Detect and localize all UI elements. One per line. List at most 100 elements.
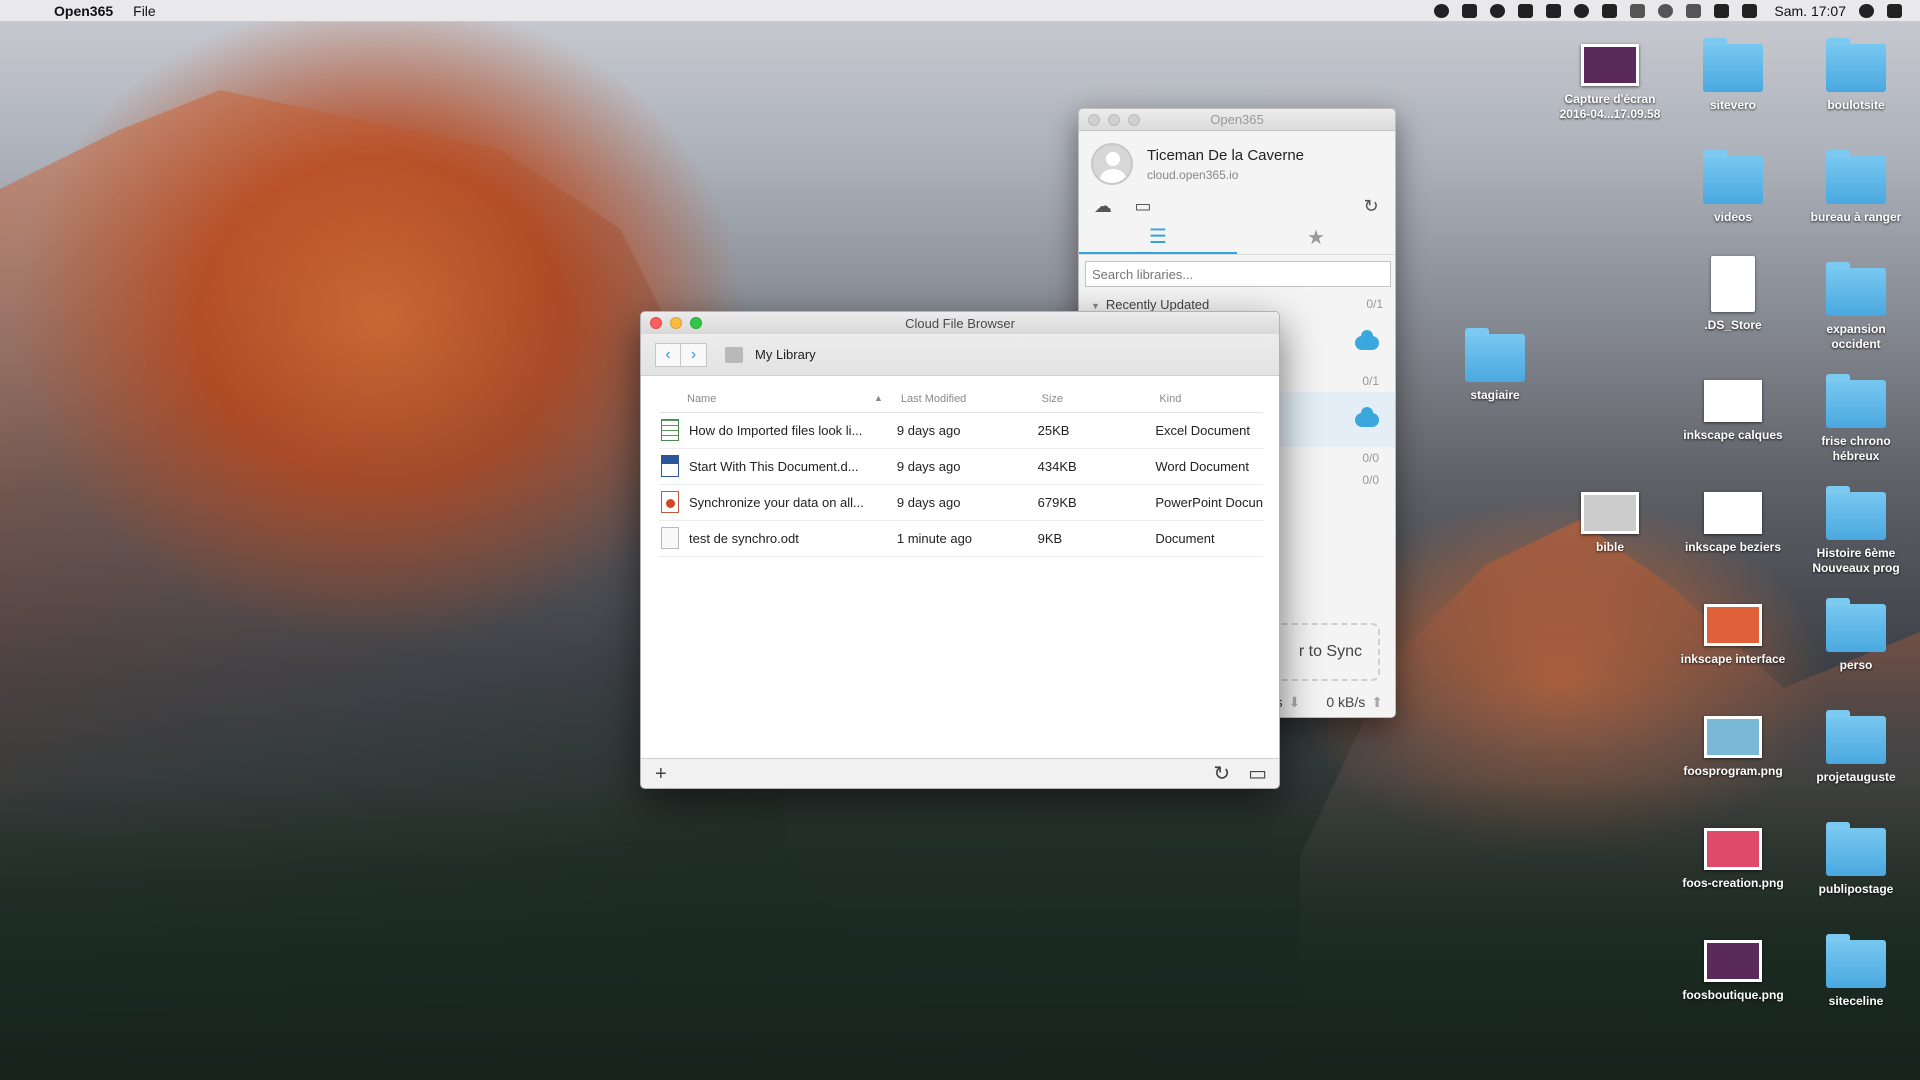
- search-icon[interactable]: [1859, 3, 1874, 18]
- volume-icon[interactable]: [1742, 3, 1758, 18]
- desktop-item-label: inkscape interface: [1680, 652, 1786, 666]
- airplay-icon[interactable]: [1602, 3, 1618, 18]
- minimize-button[interactable]: [1108, 113, 1120, 126]
- tab-libraries[interactable]: ☰: [1079, 221, 1237, 254]
- desktop-item[interactable]: videos: [1678, 150, 1788, 225]
- apple-menu-icon[interactable]: [20, 3, 36, 19]
- file-row[interactable]: test de synchro.odt 1 minute ago 9KB Docume…: [659, 520, 1263, 557]
- file-size-cell: 434KB: [1027, 448, 1148, 485]
- time-machine-icon[interactable]: [1658, 3, 1674, 18]
- list-icon[interactable]: [1887, 3, 1902, 18]
- wifi-icon[interactable]: [1714, 3, 1730, 18]
- file-name: How do Imported files look li...: [689, 422, 863, 438]
- cloud-icon[interactable]: [1490, 3, 1506, 18]
- desktop-item[interactable]: bible: [1555, 492, 1665, 555]
- desktop-item[interactable]: projetauguste: [1801, 710, 1911, 785]
- tab-starred[interactable]: ★: [1237, 221, 1395, 254]
- desktop-item[interactable]: perso: [1801, 598, 1911, 673]
- column-header-size[interactable]: Size: [1027, 376, 1148, 413]
- file-row[interactable]: Synchronize your data on all... 9 days ag…: [659, 484, 1263, 521]
- triangle-down-icon: ▼: [1091, 300, 1100, 311]
- desktop-item[interactable]: inkscape interface: [1678, 604, 1788, 667]
- file-name: Start With This Document.d...: [689, 458, 859, 474]
- file-menu[interactable]: File: [133, 3, 156, 19]
- folder-open-icon[interactable]: ▭: [1131, 196, 1155, 216]
- column-header-kind[interactable]: Kind: [1147, 376, 1263, 413]
- desktop-item[interactable]: bureau à ranger: [1801, 150, 1911, 225]
- desktop-item[interactable]: Capture d'écran 2016-04...17.09.58: [1555, 44, 1665, 122]
- cfb-titlebar[interactable]: Cloud File Browser: [641, 312, 1279, 334]
- file-modified-cell: 9 days ago: [890, 484, 1028, 521]
- breadcrumb[interactable]: My Library: [755, 347, 816, 362]
- desktop-item-label: .DS_Store: [1704, 318, 1762, 332]
- desktop-item[interactable]: foosprogram.png: [1678, 716, 1788, 779]
- refresh-icon[interactable]: ↻: [1359, 196, 1383, 216]
- desktop-item[interactable]: inkscape calques: [1678, 380, 1788, 443]
- open365-icon[interactable]: [1434, 3, 1450, 18]
- desktop-item[interactable]: boulotsite: [1801, 38, 1911, 113]
- screenshot-icon[interactable]: [1462, 3, 1478, 18]
- file-kind-cell: PowerPoint Docun: [1147, 484, 1263, 521]
- dropbox-icon[interactable]: [1546, 3, 1562, 18]
- folder-icon: [1826, 262, 1886, 316]
- upload-rate: 0 kB/s: [1326, 694, 1366, 710]
- file-name-cell: Synchronize your data on all...: [659, 484, 891, 521]
- add-icon[interactable]: +: [655, 764, 667, 784]
- desktop-item[interactable]: Histoire 6ème Nouveaux prog: [1801, 486, 1911, 576]
- desktop-item[interactable]: frise chrono hébreux: [1801, 374, 1911, 464]
- desktop-item-label: videos: [1713, 210, 1752, 224]
- desktop-item[interactable]: stagiaire: [1440, 328, 1550, 403]
- image-thumbnail-icon: [1704, 716, 1762, 758]
- avatar[interactable]: [1091, 143, 1133, 185]
- close-button[interactable]: [650, 317, 662, 329]
- zoom-button[interactable]: [690, 317, 702, 329]
- app-menu[interactable]: Open365: [54, 3, 113, 19]
- section-title: Recently Updated: [1105, 296, 1210, 312]
- cfb-navbar: ‹ › My Library: [641, 334, 1279, 376]
- minimize-button[interactable]: [670, 317, 682, 329]
- folder-icon: [1826, 710, 1886, 764]
- back-button[interactable]: ‹: [655, 342, 681, 367]
- column-modified-label: Last Modified: [900, 392, 967, 405]
- desktop-item[interactable]: siteceline: [1801, 934, 1911, 1009]
- folder-icon: [1826, 150, 1886, 204]
- drive-icon[interactable]: [1518, 3, 1534, 18]
- sync-drop-text: r to Sync: [1298, 643, 1362, 660]
- thumbnail-preview: [1707, 719, 1759, 755]
- file-modified: 9 days ago: [896, 422, 961, 438]
- eject-icon[interactable]: [1630, 3, 1646, 18]
- image-thumbnail-icon: [1704, 940, 1762, 982]
- zoom-button[interactable]: [1128, 113, 1140, 126]
- cloud-download-icon[interactable]: ☁: [1091, 196, 1115, 216]
- close-button[interactable]: [1088, 113, 1100, 126]
- desktop-item[interactable]: inkscape beziers: [1678, 492, 1788, 555]
- menu-clock[interactable]: Sam. 17:07: [1774, 3, 1846, 19]
- cloud-icon[interactable]: [1574, 3, 1590, 18]
- file-kind-cell: Excel Document: [1147, 412, 1263, 449]
- column-header-name[interactable]: Name ▲: [659, 376, 891, 413]
- sort-ascending-icon: ▲: [873, 392, 883, 403]
- file-row[interactable]: How do Imported files look li... 9 days a…: [659, 412, 1263, 449]
- folder-open-icon[interactable]: ▭: [1248, 764, 1267, 784]
- column-name-label: Name: [687, 392, 717, 405]
- desktop-item[interactable]: expansion occident: [1801, 262, 1911, 352]
- desktop-item[interactable]: .DS_Store: [1678, 256, 1788, 333]
- file-size-cell: 679KB: [1027, 484, 1148, 521]
- forward-button[interactable]: ›: [681, 342, 707, 367]
- desktop-item[interactable]: foos-creation.png: [1678, 828, 1788, 891]
- thumbnail-preview: [1707, 831, 1759, 867]
- column-size-label: Size: [1041, 392, 1064, 405]
- file-row[interactable]: Start With This Document.d... 9 days ago 4…: [659, 448, 1263, 485]
- file-name: Synchronize your data on all...: [689, 494, 864, 510]
- desktop-item[interactable]: foosboutique.png: [1678, 940, 1788, 1003]
- bluetooth-icon[interactable]: [1686, 3, 1702, 18]
- file-modified: 1 minute ago: [896, 530, 973, 546]
- thumbnail-preview: [1584, 47, 1636, 83]
- folder-icon: [1826, 822, 1886, 876]
- open365-titlebar[interactable]: Open365: [1079, 109, 1395, 131]
- desktop-item[interactable]: publipostage: [1801, 822, 1911, 897]
- column-header-modified[interactable]: Last Modified: [890, 376, 1028, 413]
- desktop-item[interactable]: sitevero: [1678, 38, 1788, 113]
- refresh-icon[interactable]: ↻: [1213, 764, 1230, 784]
- search-libraries-input[interactable]: [1085, 261, 1391, 287]
